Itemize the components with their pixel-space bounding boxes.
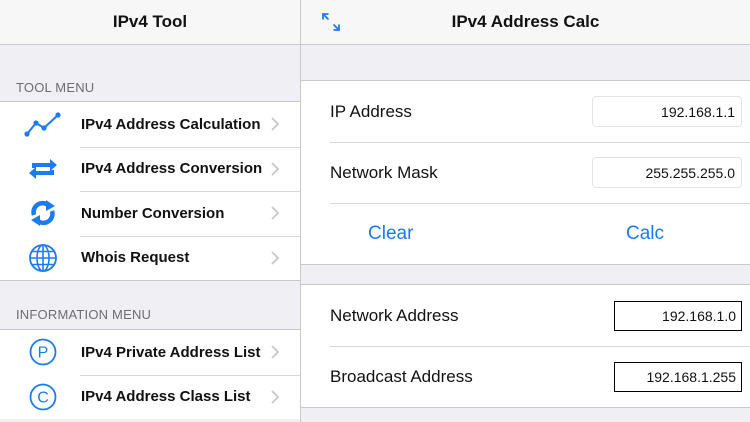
tool-menu-header: TOOL MENU — [16, 80, 95, 95]
menu-item-ipv4-private-address-list[interactable]: P IPv4 Private Address List — [0, 330, 300, 375]
menu-item-label: Number Conversion — [81, 204, 225, 222]
input-group: IP Address Network Mask Clear Calc — [301, 80, 750, 265]
network-address-label: Network Address — [330, 305, 459, 325]
ip-address-label: IP Address — [330, 101, 412, 121]
line-chart-icon — [24, 108, 62, 140]
ip-address-row: IP Address — [301, 81, 750, 142]
action-row: Clear Calc — [301, 203, 750, 264]
globe-icon — [24, 242, 62, 274]
chevron-right-icon — [271, 251, 280, 265]
tool-menu-list: IPv4 Address Calculation IPv4 Address Co… — [0, 101, 300, 281]
swap-arrows-icon — [24, 153, 62, 185]
information-menu-list: P IPv4 Private Address List C IPv4 Addre… — [0, 329, 300, 419]
ip-address-input[interactable] — [592, 96, 742, 127]
chevron-right-icon — [271, 162, 280, 176]
detail-navbar: IPv4 Address Calc — [301, 0, 750, 45]
master-navbar: IPv4 Tool — [0, 0, 300, 45]
detail-title: IPv4 Address Calc — [451, 12, 600, 31]
menu-item-label: IPv4 Private Address List — [81, 343, 261, 361]
menu-item-label: IPv4 Address Conversion — [81, 160, 263, 178]
menu-item-ipv4-address-conversion[interactable]: IPv4 Address Conversion — [0, 146, 300, 192]
chevron-right-icon — [271, 117, 280, 131]
detail-pane: IPv4 Address Calc IP Address Network Mas… — [301, 0, 750, 422]
network-address-row: Network Address 192.168.1.0 — [301, 285, 750, 346]
sync-arrows-icon — [24, 197, 62, 229]
chevron-right-icon — [271, 345, 280, 359]
menu-item-label: IPv4 Address Calculation — [81, 115, 261, 133]
result-group: Network Address 192.168.1.0 Broadcast Ad… — [301, 284, 750, 408]
calc-button[interactable]: Calc — [626, 223, 664, 245]
chevron-right-icon — [271, 390, 280, 404]
circle-p-icon: P — [24, 336, 62, 368]
menu-item-ipv4-address-class-list[interactable]: C IPv4 Address Class List — [0, 374, 300, 420]
svg-text:P: P — [38, 345, 49, 362]
svg-text:C: C — [37, 389, 49, 406]
clear-button[interactable]: Clear — [368, 223, 413, 245]
menu-item-number-conversion[interactable]: Number Conversion — [0, 191, 300, 236]
broadcast-address-label: Broadcast Address — [330, 366, 473, 386]
network-mask-row: Network Mask — [301, 142, 750, 203]
broadcast-address-output: 192.168.1.255 — [614, 361, 742, 392]
network-mask-label: Network Mask — [330, 162, 438, 182]
menu-item-whois-request[interactable]: Whois Request — [0, 235, 300, 281]
network-mask-input[interactable] — [592, 157, 742, 188]
information-menu-header: INFORMATION MENU — [16, 307, 152, 322]
broadcast-address-row: Broadcast Address 192.168.1.255 — [301, 346, 750, 407]
menu-item-label: Whois Request — [81, 249, 190, 267]
master-title: IPv4 Tool — [112, 12, 188, 31]
master-pane: IPv4 Tool TOOL MENU IPv4 Address Calcula… — [0, 0, 300, 422]
network-address-output: 192.168.1.0 — [614, 300, 742, 331]
menu-item-label: IPv4 Address Class List — [81, 388, 251, 406]
circle-c-icon: C — [24, 381, 62, 413]
menu-item-ipv4-address-calculation[interactable]: IPv4 Address Calculation — [0, 102, 300, 147]
chevron-right-icon — [271, 206, 280, 220]
expand-icon[interactable] — [319, 10, 343, 34]
